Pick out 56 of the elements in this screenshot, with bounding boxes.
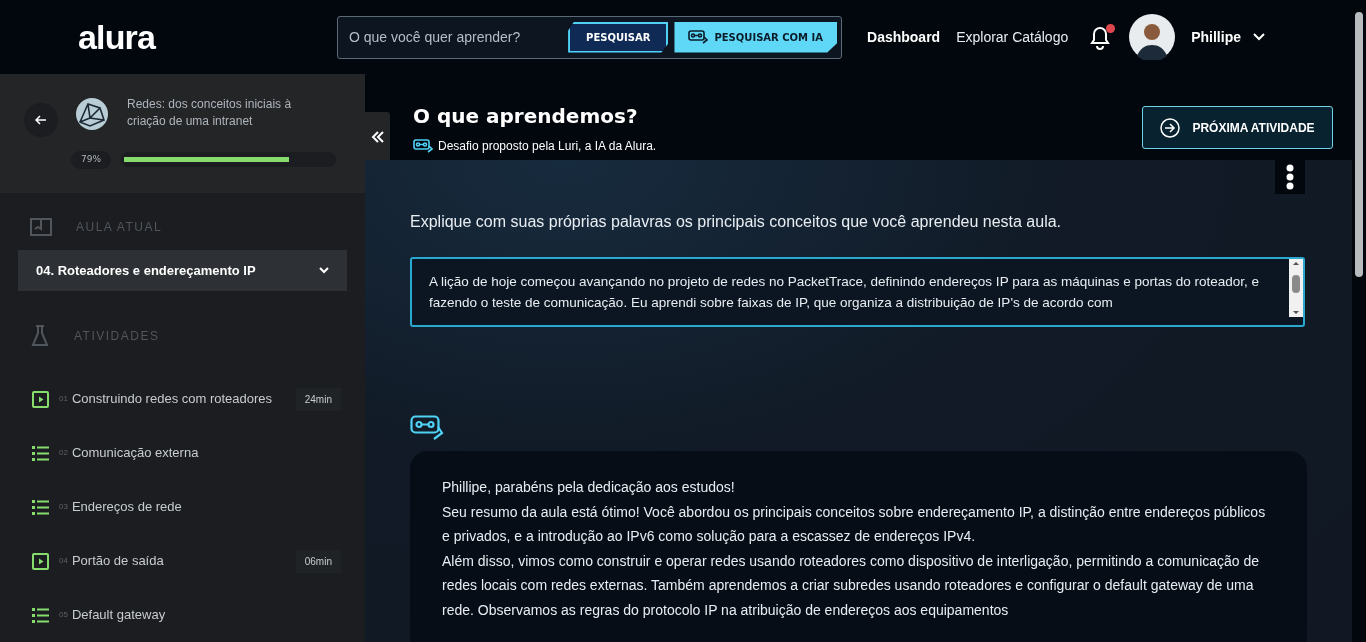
book-icon <box>30 217 52 237</box>
activity-subtitle: Desafio proposto pela Luri, a IA da Alura. <box>438 138 657 155</box>
avatar[interactable] <box>1129 14 1176 60</box>
alura-logo[interactable]: alura <box>78 11 155 63</box>
network-globe-icon <box>74 96 110 132</box>
chevron-down-icon <box>319 267 329 274</box>
chevron-down-icon <box>1253 33 1265 41</box>
feedback-paragraph: Seu resumo da aula está ótimo! Você abordou os principais conceitos sobre endereçamento IP, a distinção entre endereços públicos e privados, e a introdução ao IPv6 como solução para a escassez de endereços IPv4. <box>442 502 1267 546</box>
bell-icon[interactable] <box>1088 24 1113 50</box>
flask-icon <box>31 325 49 347</box>
robot-icon <box>410 415 444 441</box>
lesson-dropdown[interactable]: 04. Roteadores e endereçamento IP <box>18 250 347 291</box>
activity-number: 04 <box>59 555 68 567</box>
feedback-paragraph: Além disso, vimos como construir e operar redes usando roteadores como dispositivo de interligação, permitindo a comunicação de redes locais com redes externas. Também aprendemos a criar subredes usando roteadores e configurar o default gateway de uma rede. Observamos as regras do protocolo IP na atribuição de endereços aos equipamentos <box>442 551 1261 620</box>
kebab-menu-icon <box>1286 164 1294 190</box>
list-icon <box>32 445 49 461</box>
robot-icon <box>413 138 433 154</box>
nav-link[interactable]: Dashboard <box>867 26 941 48</box>
user-menu[interactable]: Phillipe <box>1191 26 1265 48</box>
activity-item[interactable]: 04 Portão de saída 06min <box>18 534 347 588</box>
robot-icon <box>688 30 709 44</box>
progress-percent: 79% <box>71 151 111 169</box>
ai-search-button[interactable]: PESQUISAR COM IA <box>674 21 837 53</box>
activity-title: Endereços de rede <box>71 498 183 517</box>
activity-item[interactable]: 02 Comunicação externa <box>18 426 347 480</box>
activity-title: Default gateway <box>71 606 167 625</box>
course-title: Redes: dos conceitos iniciais à criação de uma intranet <box>127 96 293 130</box>
search-button[interactable]: PESQUISAR <box>568 21 669 53</box>
play-icon <box>32 390 49 408</box>
scrollbar[interactable] <box>1289 259 1303 317</box>
activity-title: Comunicação externa <box>71 444 200 463</box>
back-button[interactable] <box>24 103 58 137</box>
nav-link[interactable]: Explorar Catálogo <box>956 26 1069 48</box>
list-icon <box>32 499 49 515</box>
play-icon <box>32 552 49 570</box>
list-icon <box>32 607 49 623</box>
more-options-button[interactable] <box>1275 160 1305 194</box>
collapse-sidebar-button[interactable] <box>365 112 390 162</box>
back-arrow-icon <box>35 115 47 125</box>
section-heading: ATIVIDADES <box>74 328 160 345</box>
question-text: Explique com suas próprias palavras os principais conceitos que você aprendeu nesta aula. <box>410 212 1063 232</box>
activity-title: O que aprendemos? <box>413 103 639 130</box>
next-activity-button[interactable]: PRÓXIMA ATIVIDADE <box>1142 106 1333 149</box>
answer-field[interactable]: A lição de hoje começou avançando no projeto de redes no PacketTrace, definindo endereços IP para as máquinas e portas do roteador, e fazendo o teste de comunicação. Eu aprendi sobre faixas de IP, que organiza a distribuição de IP's de acordo com <box>410 257 1305 327</box>
activity-number: 05 <box>59 609 68 621</box>
activity-item[interactable]: 05 Default gateway <box>18 588 347 642</box>
duration-badge: 24min <box>295 387 341 411</box>
activity-title: Portão de saída <box>71 552 165 571</box>
activity-number: 02 <box>59 447 68 459</box>
feedback-paragraph: Phillipe, parabéns pela dedicação aos estudos! <box>442 478 736 497</box>
section-heading: AULA ATUAL <box>76 219 163 236</box>
duration-badge: 06min <box>295 549 341 573</box>
arrow-circle-icon <box>1160 117 1181 138</box>
search-field[interactable]: O que você quer aprender? <box>342 26 569 48</box>
activity-title: Construindo redes com roteadores <box>71 390 274 409</box>
double-chevron-icon <box>370 131 385 143</box>
